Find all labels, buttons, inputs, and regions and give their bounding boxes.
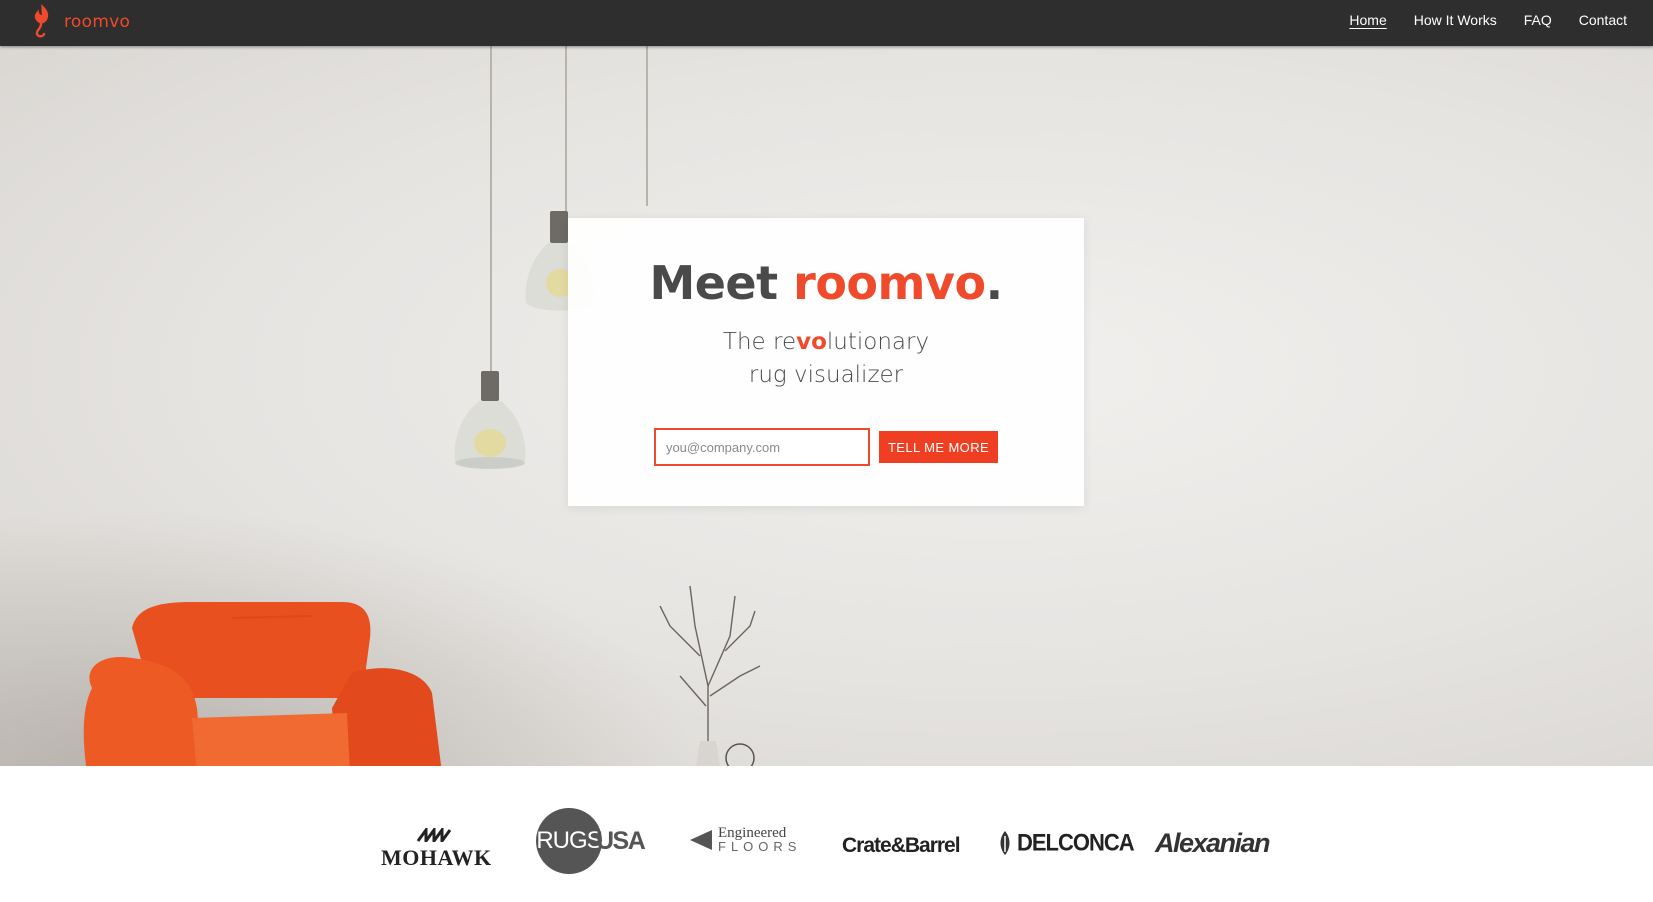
nav-how-it-works[interactable]: How It Works: [1414, 12, 1497, 28]
armchair-image: [83, 602, 442, 766]
branch-vase-image: [659, 585, 761, 766]
lamp-cord: [490, 46, 492, 376]
nav-contact[interactable]: Contact: [1579, 12, 1627, 28]
brand-name: roomvo: [64, 12, 131, 32]
nav-home[interactable]: Home: [1349, 12, 1386, 28]
top-navbar: roomvo Home How It Works FAQ Contact: [0, 0, 1653, 46]
engineered-floors-logo: Engineered FLOORS: [688, 826, 801, 854]
mohawk-logo: MOHAWK: [381, 825, 492, 870]
main-nav: Home How It Works FAQ Contact: [1322, 0, 1627, 40]
crate-barrel-text: Crate&Barrel: [842, 834, 961, 857]
hero-signup-card: Meet roomvo. The revolutionary rug visual…: [568, 218, 1084, 506]
headline-brand: roomvo: [793, 256, 986, 310]
headline-suffix: .: [985, 256, 1003, 310]
rugs-text: RUGS: [536, 827, 602, 854]
pendant-lamp-image: [454, 371, 526, 469]
email-input[interactable]: [653, 428, 870, 466]
nav-faq[interactable]: FAQ: [1524, 12, 1552, 28]
delconca-mark-icon: [1000, 831, 1010, 855]
signup-form: TELL ME MORE: [568, 428, 1084, 466]
tagline-part2: lutionary: [826, 329, 930, 355]
partner-logos: MOHAWK RUGS USA Engineered FLOORS Crate&…: [0, 766, 1653, 902]
crate-and-barrel-logo: Crate&Barrel: [842, 834, 961, 858]
alexanian-logo: Alexanian: [1155, 828, 1271, 859]
tagline-part1: The re: [722, 329, 797, 355]
hero-tagline: The revolutionary rug visualizer: [568, 326, 1084, 392]
alexanian-text: Alexanian: [1155, 828, 1271, 858]
engineered-text: Engineered: [718, 825, 787, 841]
tagline-line2: rug visualizer: [748, 362, 904, 388]
engineered-floors-mark-icon: [690, 830, 712, 850]
lamp-cord: [565, 46, 567, 216]
delconca-text: DELCONCA: [1017, 828, 1135, 857]
tell-me-more-button[interactable]: TELL ME MORE: [878, 431, 999, 463]
mohawk-text: MOHAWK: [381, 845, 492, 870]
lamp-cord: [646, 46, 648, 206]
hero-section: Meet roomvo. The revolutionary rug visual…: [0, 46, 1653, 766]
rugsusa-logo: RUGS USA: [536, 808, 646, 874]
hero-headline: Meet roomvo.: [568, 256, 1084, 310]
tagline-highlight: vo: [796, 329, 827, 355]
mohawk-mark-icon: [417, 825, 452, 846]
flame-logo-icon: [34, 4, 49, 38]
brand-logo-link[interactable]: roomvo: [28, 2, 130, 42]
headline-prefix: Meet: [649, 256, 794, 310]
delconca-logo: DELCONCA: [997, 828, 1135, 857]
floors-text: FLOORS: [718, 839, 802, 854]
usa-text: USA: [596, 826, 646, 855]
